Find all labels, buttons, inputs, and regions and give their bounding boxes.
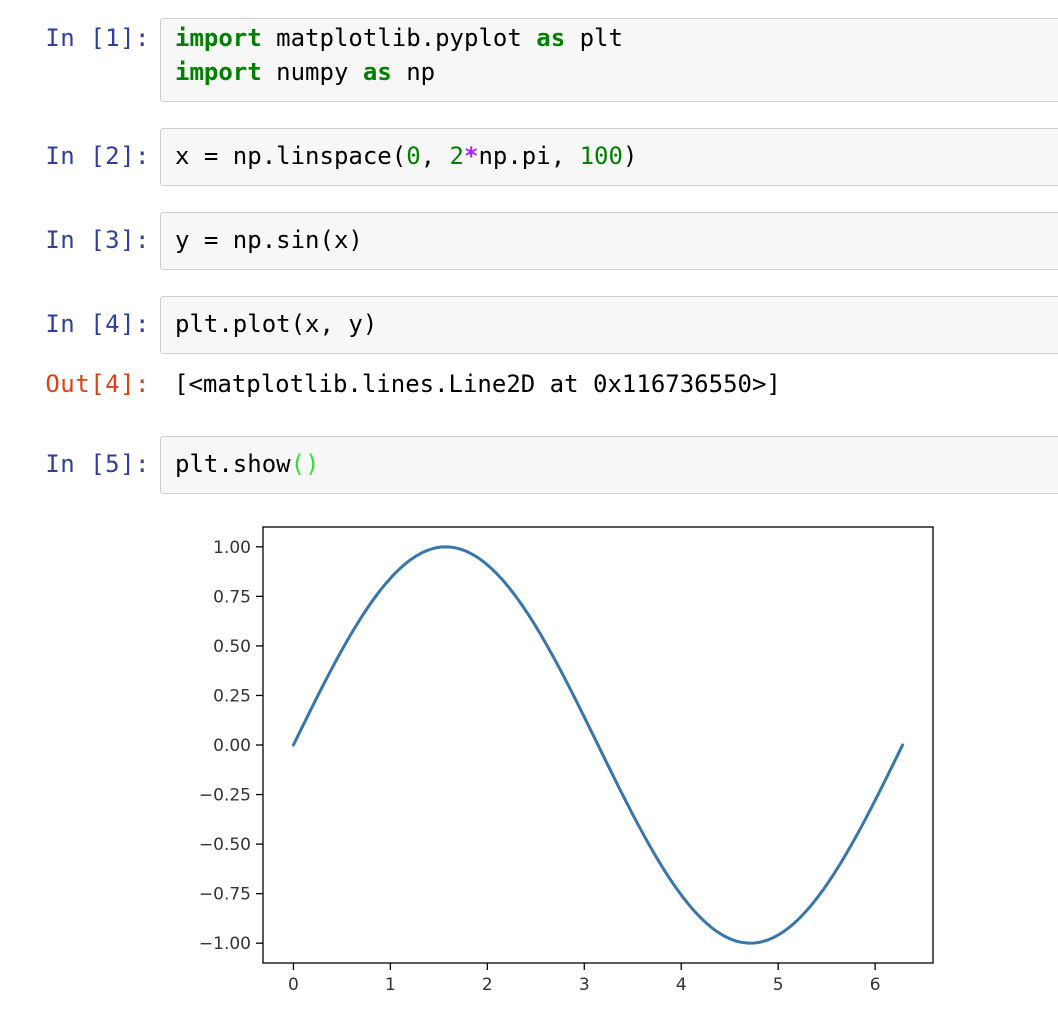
x-tick-label: 6 [870, 975, 881, 995]
y-tick-label: 0.75 [213, 587, 251, 607]
y-tick-label: 1.00 [213, 538, 251, 558]
x-tick-label: 3 [579, 975, 590, 995]
x-tick-label: 4 [676, 975, 687, 995]
sine-plot: 0 1 2 3 4 5 6 1.00 0.75 0.50 0.25 0.00 −0.25 −0.50 −0.… [199, 526, 934, 995]
x-tick-label: 5 [773, 975, 784, 995]
y-tick-label: −1.00 [199, 934, 251, 954]
y-tick-label: −0.75 [199, 885, 251, 905]
series-line [291, 545, 905, 945]
x-tick-label: 1 [385, 975, 396, 995]
y-tick-label: 0.50 [213, 637, 251, 657]
y-tick-label: 0.25 [213, 686, 251, 706]
y-tick-label: 0.00 [213, 736, 251, 756]
x-tick-label: 0 [288, 975, 299, 995]
y-tick-label: −0.50 [199, 835, 251, 855]
x-tick-label: 2 [482, 975, 493, 995]
y-tick-label: −0.25 [199, 786, 251, 806]
